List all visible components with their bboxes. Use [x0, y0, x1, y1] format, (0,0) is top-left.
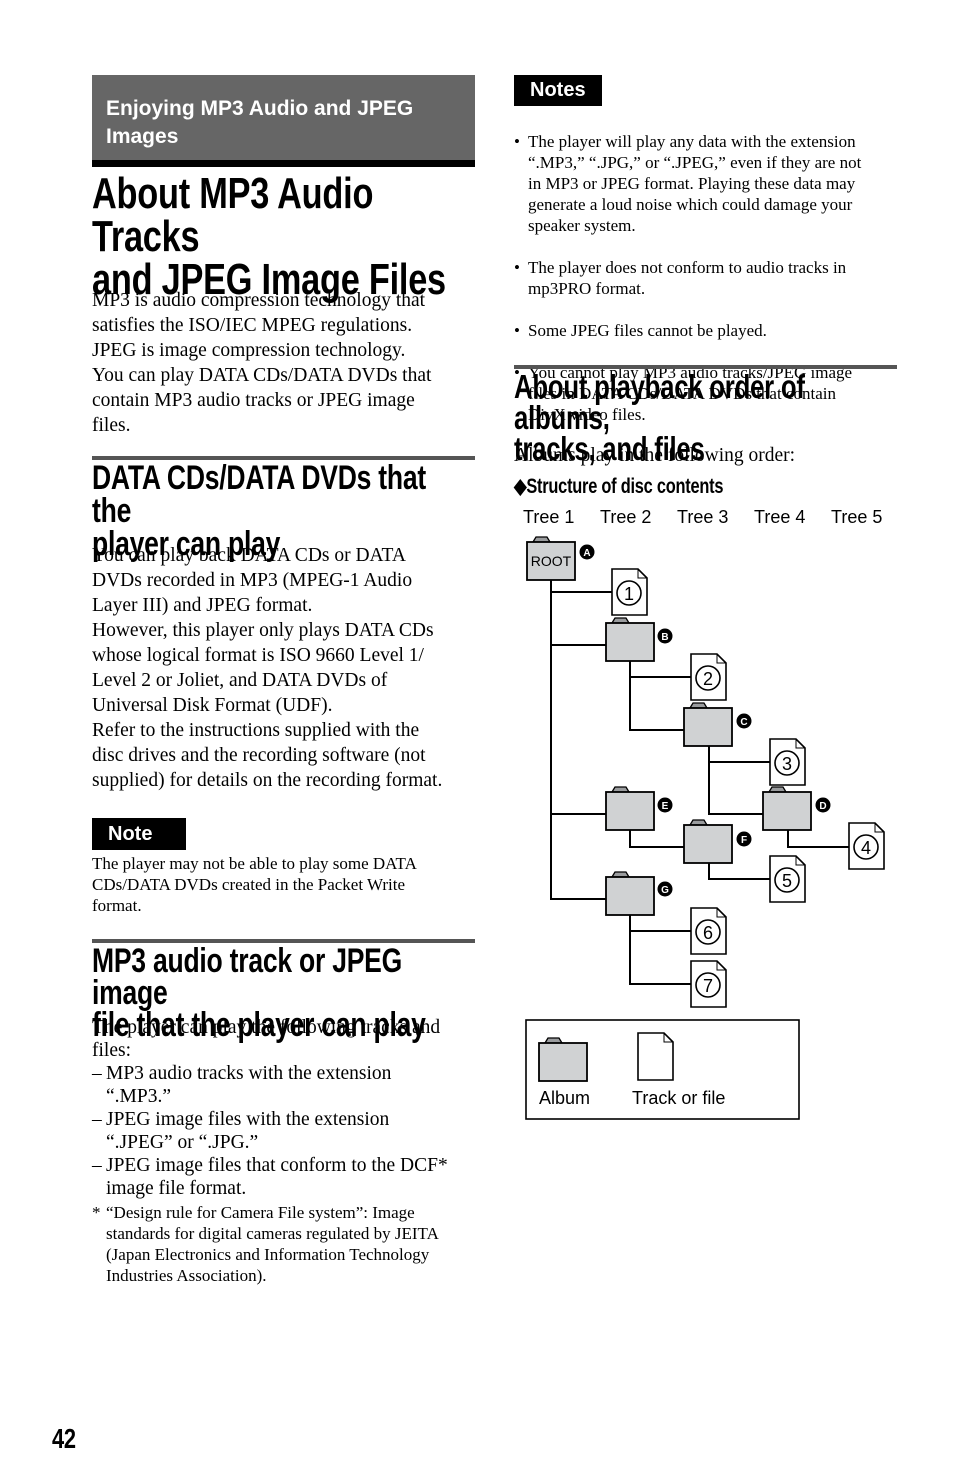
legend-track-label: Track or file: [632, 1088, 725, 1108]
file-number: 2: [703, 669, 713, 689]
file-number: 3: [782, 754, 792, 774]
folder-icon: [762, 786, 812, 831]
file-number: 7: [703, 976, 713, 996]
disc-structure-diagram: ROOT A B C D E F G 1 2 3 4 5 6 7 Album T…: [525, 536, 885, 1120]
folder-icon: [605, 617, 655, 662]
file-number: 5: [782, 871, 792, 891]
folder-letter: B: [661, 632, 668, 643]
root-label: ROOT: [531, 553, 572, 569]
folder-icon: [605, 786, 655, 831]
folder-letter: E: [662, 801, 669, 812]
file-number: 1: [624, 584, 634, 604]
folder-letter: G: [661, 885, 669, 896]
folder-icon: [605, 871, 655, 916]
folder-letter: A: [583, 548, 590, 559]
file-number: 4: [861, 838, 871, 858]
legend-album-icon: [538, 1037, 588, 1082]
folder-letter: F: [741, 835, 747, 846]
folder-icon: [683, 702, 733, 747]
folder-icon: [683, 819, 733, 864]
legend-file-icon: [637, 1032, 674, 1081]
file-number: 6: [703, 923, 713, 943]
folder-letter: D: [819, 801, 826, 812]
legend-album-label: Album: [539, 1088, 590, 1108]
folder-letter: C: [740, 717, 747, 728]
